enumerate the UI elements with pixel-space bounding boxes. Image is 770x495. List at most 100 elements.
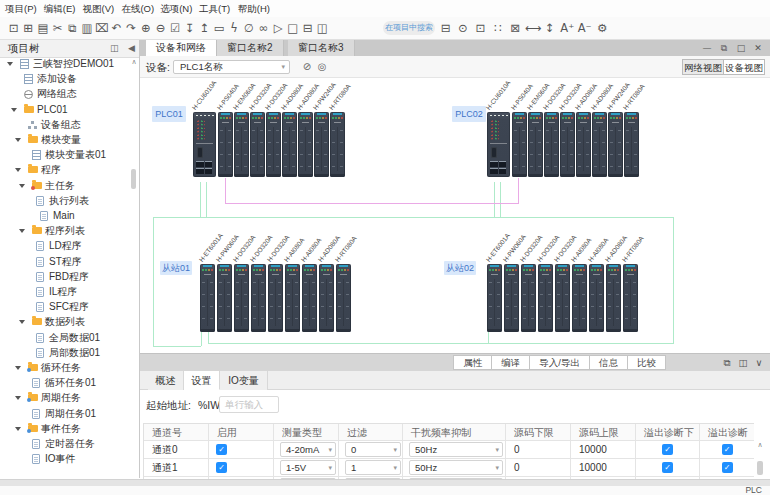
menu-item-6[interactable]: 工具(T) (199, 0, 230, 17)
checkbox[interactable]: ✓ (216, 444, 227, 455)
table-scroll-thumb[interactable] (757, 461, 763, 475)
zoom-out-icon[interactable]: ⊖ (153, 17, 168, 39)
tree-item[interactable]: 模块变量 (0, 132, 131, 147)
module[interactable] (576, 112, 591, 177)
module[interactable] (319, 264, 334, 332)
tree-item[interactable]: FBD程序 (0, 269, 131, 284)
restore-icon[interactable]: ⧉ (717, 42, 731, 54)
station-label[interactable]: 从站02 (444, 261, 476, 275)
maximize-icon[interactable]: □ (734, 42, 748, 54)
tree-item[interactable]: 事件任务 (0, 421, 131, 436)
module[interactable] (285, 264, 300, 332)
redo-icon[interactable]: ↷ (124, 17, 139, 39)
paste-icon[interactable]: ▥ (80, 17, 95, 39)
checkbox[interactable]: ✓ (722, 444, 733, 455)
module[interactable] (487, 112, 510, 177)
breakpoint-icon[interactable]: ⊡ (473, 17, 488, 39)
save-icon[interactable]: ▤ (35, 17, 50, 39)
module[interactable] (606, 264, 621, 332)
module[interactable] (544, 112, 559, 177)
module[interactable] (193, 112, 216, 177)
module[interactable] (555, 264, 570, 332)
tree-scrollbar[interactable]: ∧ (130, 59, 138, 470)
tree-item[interactable]: IO事件 (0, 451, 131, 466)
verify-icon[interactable]: ⊙ (455, 17, 470, 39)
module[interactable] (521, 264, 536, 332)
upload-icon[interactable]: ↥ (197, 17, 212, 39)
panel-tab-3[interactable]: IO变量 (220, 371, 268, 390)
tree-item[interactable]: 循环任务01 (0, 375, 131, 390)
panel-button-2[interactable]: 编译 (491, 355, 530, 370)
undo-icon[interactable]: ↶ (109, 17, 124, 39)
checklist-icon[interactable]: ☑ (168, 17, 183, 39)
module[interactable] (218, 112, 233, 177)
module[interactable] (251, 264, 266, 332)
checkbox[interactable]: ✓ (662, 462, 673, 473)
module[interactable] (336, 264, 351, 332)
module[interactable] (234, 264, 249, 332)
tree-item[interactable]: ST程序 (0, 254, 131, 269)
tree-item[interactable]: IL程序 (0, 284, 131, 299)
module[interactable] (512, 112, 527, 177)
editor-tab-2[interactable]: 窗口名称2 (217, 40, 284, 56)
menu-item-4[interactable]: 在线(O) (121, 0, 154, 17)
expand-arrow-icon[interactable] (15, 138, 21, 142)
module[interactable] (200, 264, 215, 332)
locate-icon[interactable]: ◎ (315, 60, 329, 74)
select[interactable]: 4-20mA▾ (280, 442, 336, 457)
expand-arrow-icon[interactable] (15, 366, 21, 370)
panel-button-4[interactable]: 信息 (589, 355, 628, 370)
editor-tab-3[interactable]: 窗口名称3 (288, 40, 355, 56)
scroll-up-icon[interactable]: ∧ (754, 441, 766, 449)
module[interactable] (250, 112, 265, 177)
tree-scroll-thumb[interactable] (131, 169, 136, 189)
tree-item[interactable]: 模块变量表01 (0, 147, 131, 162)
panel-button-1[interactable]: 属性 (453, 355, 492, 370)
station-label[interactable]: 从站01 (160, 261, 192, 275)
menu-item-3[interactable]: 视图(V) (83, 0, 115, 17)
panel-button-3[interactable]: 导入/导出 (529, 355, 590, 370)
tree-item[interactable]: 程序列表 (0, 223, 131, 238)
align-dots-icon[interactable]: ∷ (490, 17, 505, 39)
zoom-in-icon[interactable]: ⊕ (138, 17, 153, 39)
expand-arrow-icon[interactable] (15, 396, 21, 400)
module[interactable] (302, 264, 317, 332)
find-icon[interactable]: ∞ (256, 17, 271, 39)
tree-item[interactable]: 三峡智控DEMO01 (0, 58, 131, 71)
settings-icon[interactable]: ⚙ (595, 17, 610, 39)
tree-item[interactable]: LD程序 (0, 238, 131, 253)
module[interactable] (528, 112, 543, 177)
panel-tab-1[interactable]: 概述 (148, 371, 184, 390)
font-decrease-icon[interactable]: A⁻ (577, 17, 592, 39)
cut-icon[interactable]: ✂ (50, 17, 65, 39)
table-scrollbar[interactable]: ∧ (754, 423, 766, 478)
menu-item-1[interactable]: 项目(P) (5, 0, 37, 17)
scroll-up-icon[interactable]: ∧ (130, 58, 138, 66)
pin-panel-icon[interactable]: ◫ (110, 40, 119, 57)
expand-arrow-icon[interactable] (19, 320, 25, 324)
menu-item-2[interactable]: 编辑(E) (44, 0, 76, 17)
print-icon[interactable]: ⊟ (438, 17, 453, 39)
expand-arrow-icon[interactable] (15, 427, 21, 431)
module[interactable] (572, 264, 587, 332)
menu-item-7[interactable]: 帮助(H) (238, 0, 270, 17)
device-select[interactable]: PLC1名称▾ (173, 60, 290, 74)
minimize-icon[interactable]: — (700, 42, 714, 54)
module[interactable] (487, 264, 502, 332)
expand-arrow-icon[interactable] (15, 168, 21, 172)
select[interactable]: 1▾ (345, 460, 401, 475)
tree-item[interactable]: 程序 (0, 162, 131, 177)
module[interactable] (623, 264, 638, 332)
module[interactable] (298, 112, 313, 177)
new-icon[interactable]: ⊡ (6, 17, 21, 39)
tree-item[interactable]: 数据列表 (0, 314, 131, 329)
station-label[interactable]: PLC01 (152, 106, 186, 122)
stop-icon[interactable]: □ (285, 17, 300, 39)
select[interactable]: 0▾ (345, 442, 401, 457)
tree-item[interactable]: 周期任务 (0, 390, 131, 405)
module[interactable] (217, 264, 232, 332)
menu-item-5[interactable]: 选项(N) (160, 0, 192, 17)
module[interactable] (266, 112, 281, 177)
module[interactable] (560, 112, 575, 177)
tree-item[interactable]: 定时器任务 (0, 436, 131, 451)
